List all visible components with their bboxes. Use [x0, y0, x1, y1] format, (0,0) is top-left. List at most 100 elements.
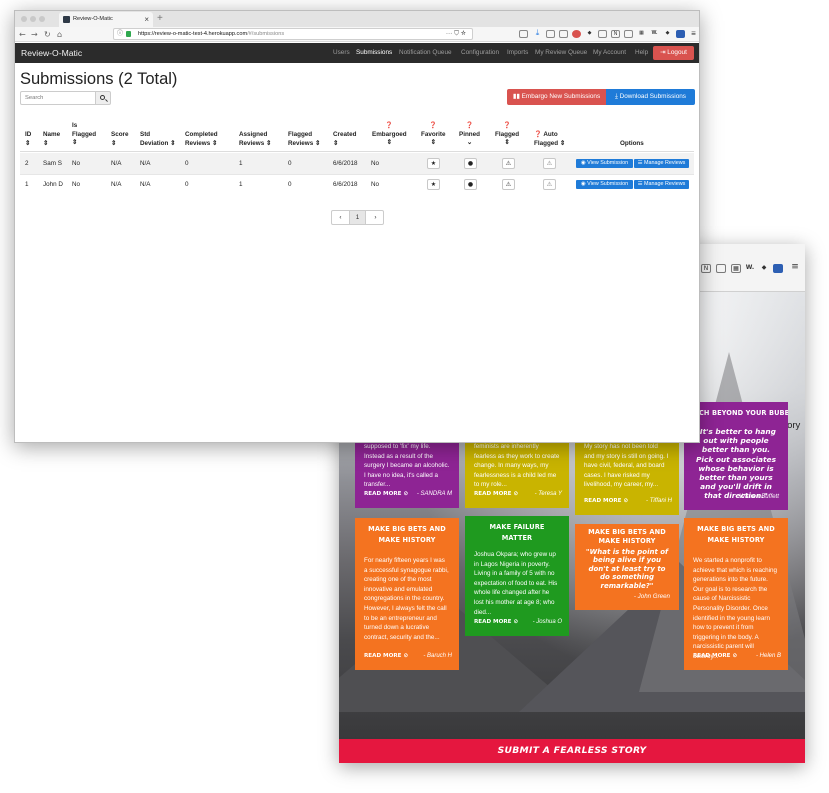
page-1-button[interactable]: 1 — [349, 211, 366, 224]
story-card[interactable]: MAKE BIG BETS AND MAKE HISTORY For nearl… — [355, 518, 459, 670]
favorite-star-icon[interactable]: ★ — [427, 158, 440, 169]
logout-button[interactable]: ⇥ Logout — [653, 46, 694, 60]
favicon-icon — [63, 16, 70, 23]
auto-flag-warning-icon[interactable]: ⚠ — [543, 158, 556, 169]
pocket-icon[interactable]: N — [611, 30, 620, 38]
next-page-button[interactable]: › — [367, 211, 384, 224]
view-submission-button[interactable]: ◉ View Submission — [576, 159, 633, 168]
mail-icon[interactable] — [519, 30, 528, 38]
col-created-header[interactable]: Created ⇕ — [333, 131, 356, 148]
grid-icon[interactable]: ▦ — [637, 30, 646, 38]
col-flagged-header[interactable]: ❓ Flagged ⇕ — [495, 122, 519, 148]
story-card[interactable]: feminists are inherently fearless as the… — [465, 440, 569, 508]
read-more-link[interactable]: READ MORE ⊘ — [584, 498, 628, 504]
home-icon[interactable]: ⌂ — [57, 28, 62, 41]
story-card[interactable]: MAKE BIG BETS AND MAKE HISTORY We starte… — [684, 518, 788, 670]
card-author: - John Green — [633, 593, 670, 601]
col-assigned-header[interactable]: Assigned Reviews ⇕ — [239, 131, 271, 148]
submit-story-button[interactable]: SUBMIT A FEARLESS STORY — [339, 739, 805, 763]
story-card[interactable]: MAKE FAILURE MATTER Joshua Okpara; who g… — [465, 516, 569, 636]
maximize-window-dot[interactable] — [39, 16, 45, 22]
grid-icon[interactable]: ▦ — [731, 264, 741, 273]
layers-icon[interactable]: ◆ — [759, 264, 769, 273]
auto-flag-warning-icon[interactable]: ⚠ — [543, 179, 556, 190]
pin-icon[interactable]: ● — [464, 158, 477, 169]
menu-icon[interactable]: ≡ — [689, 30, 698, 38]
card-title: MAKE BIG BETS AND MAKE HISTORY — [697, 525, 775, 544]
col-completed-header[interactable]: Completed Reviews ⇕ — [185, 131, 218, 148]
download-icon[interactable]: ⤓ — [533, 29, 542, 38]
col-is-flagged-header[interactable]: Is Flagged ⇕ — [72, 122, 96, 148]
reader-icon[interactable] — [598, 30, 607, 38]
sidebar-icon[interactable] — [559, 30, 568, 38]
screenshot-icon[interactable] — [716, 264, 726, 273]
cell-is-flagged: No — [72, 181, 81, 188]
screenshot-icon[interactable] — [624, 30, 633, 38]
cell-embargoed: No — [371, 181, 380, 188]
embargo-label: Embargo New Submissions — [521, 93, 601, 100]
layers-icon[interactable]: ◆ — [663, 30, 672, 38]
view-submission-button[interactable]: ◉ View Submission — [576, 180, 633, 189]
prev-page-button[interactable]: ‹ — [332, 211, 349, 224]
back-arrow-icon[interactable]: ← — [19, 28, 26, 41]
url-bar[interactable]: ⓘ https://review-o-matic-test-4.herokuap… — [113, 28, 473, 40]
card-author: - Joshua O — [532, 619, 562, 626]
search-input[interactable]: Search — [20, 91, 96, 105]
quote-card[interactable]: MAKE BIG BETS AND MAKE HISTORY "What is … — [575, 524, 679, 610]
library-icon[interactable] — [546, 30, 555, 38]
nav-imports[interactable]: Imports — [507, 43, 528, 63]
menu-icon[interactable]: ≡ — [790, 263, 800, 273]
minimize-window-dot[interactable] — [30, 16, 36, 22]
story-card[interactable]: supposed to 'fix' my life. Instead as a … — [355, 440, 459, 508]
read-more-link[interactable]: READ MORE ⊘ — [693, 653, 737, 659]
embargo-button[interactable]: ▮▮ Embargo New Submissions — [507, 89, 606, 105]
manage-reviews-button[interactable]: ☰ Manage Reviews — [634, 159, 689, 168]
wikipedia-icon[interactable]: W. — [650, 30, 659, 38]
read-more-link[interactable]: READ MORE ⊘ — [474, 491, 518, 497]
nav-submissions[interactable]: Submissions — [356, 43, 392, 63]
download-button[interactable]: ⤓ Download Submissions — [606, 89, 695, 105]
browser-tab[interactable]: Review-O-Matic × — [59, 12, 153, 27]
close-icon[interactable]: × — [144, 12, 149, 27]
col-favorite-header[interactable]: ❓ Favorite ⇕ — [421, 122, 446, 148]
bookmark-icon[interactable]: ◆ — [585, 30, 594, 38]
col-name-header[interactable]: Name ⇕ — [43, 131, 60, 148]
extension-icon[interactable] — [773, 264, 783, 273]
story-card[interactable]: My story has not been told and my story … — [575, 440, 679, 515]
page-actions-icon[interactable]: ··· ⛉ ☆ — [446, 29, 466, 39]
col-pinned-header[interactable]: ❓ Pinned ⌄ — [459, 122, 480, 148]
info-icon[interactable]: ⓘ — [117, 29, 123, 39]
reload-icon[interactable]: ↻ — [44, 28, 51, 41]
pin-icon[interactable]: ● — [464, 179, 477, 190]
read-more-link[interactable]: READ MORE ⊘ — [364, 653, 408, 659]
nav-my-review-queue[interactable]: My Review Queue — [535, 43, 587, 63]
wikipedia-icon[interactable]: W. — [745, 264, 755, 273]
tab-strip: Review-O-Matic × + — [15, 11, 699, 27]
read-more-link[interactable]: READ MORE ⊘ — [474, 619, 518, 625]
flag-warning-icon[interactable]: ⚠ — [502, 179, 515, 190]
new-tab-icon[interactable]: + — [157, 12, 163, 26]
nav-notification-queue[interactable]: Notification Queue — [399, 43, 452, 63]
col-id-header[interactable]: ID ⇕ — [25, 131, 31, 148]
col-std-deviation-header[interactable]: Std Deviation ⇕ — [140, 131, 175, 148]
close-window-dot[interactable] — [21, 16, 27, 22]
col-auto-flagged-header[interactable]: ❓ Auto Flagged ⇕ — [534, 131, 565, 148]
adblock-icon[interactable] — [572, 30, 581, 38]
col-flagged-reviews-header[interactable]: Flagged Reviews ⇕ — [288, 131, 320, 148]
extension-icon[interactable] — [676, 30, 685, 38]
col-embargoed-header[interactable]: ❓ Embargoed ⇕ — [372, 122, 407, 148]
nav-users[interactable]: Users — [333, 43, 350, 63]
col-score-header[interactable]: Score ⇕ — [111, 131, 129, 148]
search-button[interactable] — [95, 91, 111, 105]
flag-warning-icon[interactable]: ⚠ — [502, 158, 515, 169]
brand-logo[interactable]: Review-O-Matic — [21, 43, 82, 63]
nav-help[interactable]: Help — [635, 43, 648, 63]
nav-my-account[interactable]: My Account — [593, 43, 626, 63]
pocket-icon[interactable]: N — [701, 264, 711, 273]
manage-reviews-button[interactable]: ☰ Manage Reviews — [634, 180, 689, 189]
nav-configuration[interactable]: Configuration — [461, 43, 499, 63]
card-author: - Helen B — [755, 653, 781, 660]
read-more-link[interactable]: READ MORE ⊘ — [364, 491, 408, 497]
forward-arrow-icon[interactable]: → — [31, 28, 38, 41]
favorite-star-icon[interactable]: ★ — [427, 179, 440, 190]
